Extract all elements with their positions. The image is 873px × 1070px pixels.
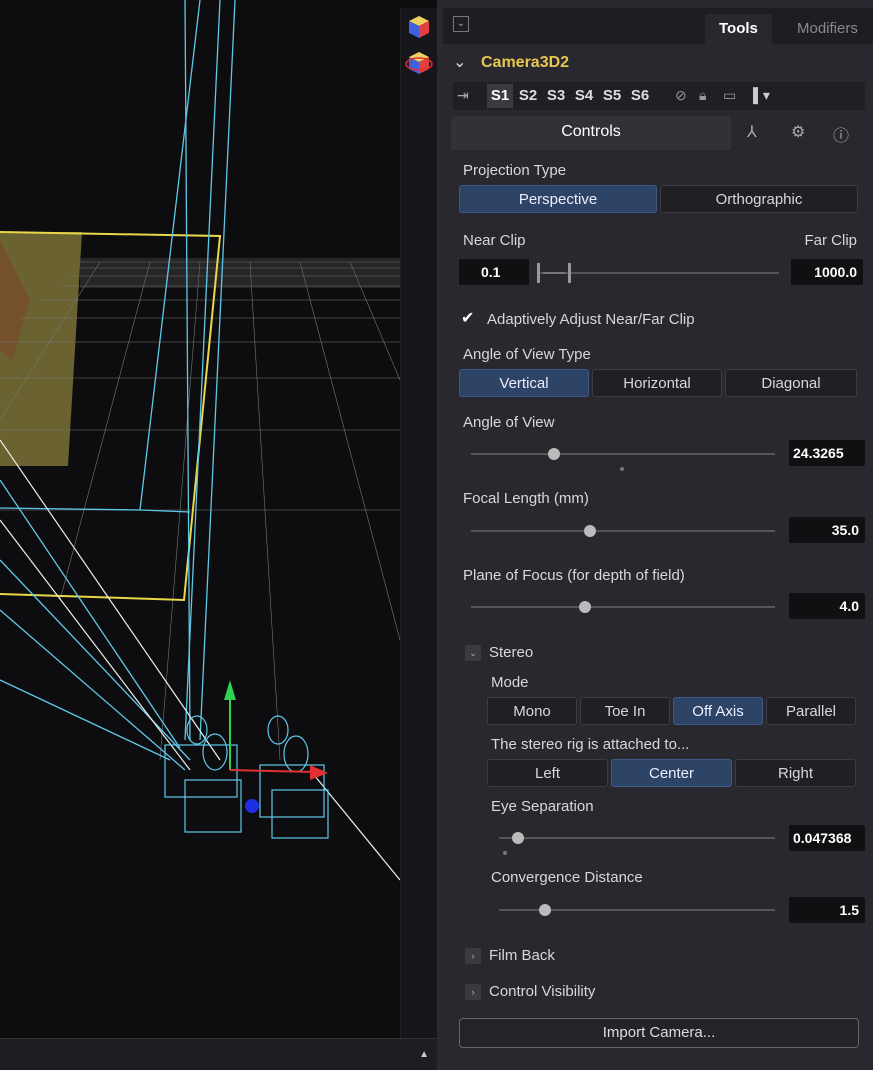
projection-perspective-button[interactable]: Perspective	[459, 185, 657, 213]
control-visibility-expand-icon[interactable]: ›	[465, 984, 481, 1000]
stereo-rig-group: Left Center Right	[487, 759, 856, 787]
node-name: Camera3D2	[481, 54, 570, 71]
plane-of-focus-slider[interactable]	[471, 601, 775, 613]
stereo-rig-left-button[interactable]: Left	[487, 759, 608, 787]
viewport-toolbar	[400, 8, 437, 1038]
near-clip-input[interactable]: 0.1	[459, 259, 529, 285]
aov-label: Angle of View	[463, 414, 555, 431]
view-set-s6[interactable]: S6	[627, 84, 653, 108]
convergence-distance-knob[interactable]	[539, 904, 551, 916]
import-camera-button[interactable]: Import Camera...	[459, 1018, 859, 1048]
stereo-rig-label: The stereo rig is attached to...	[491, 736, 690, 753]
color-swatch-icon[interactable]: ▌▾	[753, 87, 770, 104]
eye-separation-input[interactable]: 0.047368	[789, 825, 865, 851]
view-set-s5[interactable]: S5	[599, 84, 625, 108]
transform-gizmo[interactable]	[224, 680, 328, 813]
stereo-mode-group: Mono Toe In Off Axis Parallel	[487, 697, 856, 725]
tab-modifiers[interactable]: Modifiers	[783, 14, 872, 44]
eye-separation-label: Eye Separation	[491, 798, 594, 815]
viewport-statusbar: ▲	[0, 1038, 437, 1070]
aov-slider-knob[interactable]	[548, 448, 560, 460]
stereo-mode-mono-button[interactable]: Mono	[487, 697, 577, 725]
collapse-icon[interactable]: ⌄	[453, 16, 469, 32]
aov-slider[interactable]	[471, 448, 775, 471]
stereo-section-label[interactable]: Stereo	[489, 644, 533, 661]
clip-range-handle[interactable]	[537, 263, 571, 283]
focal-length-label: Focal Length (mm)	[463, 490, 589, 507]
far-clip-input[interactable]: 1000.0	[791, 259, 863, 285]
projection-type-group: Perspective Orthographic	[459, 185, 858, 213]
info-icon[interactable]: ⓘ	[833, 122, 849, 146]
aov-horizontal-button[interactable]: Horizontal	[592, 369, 722, 397]
disable-icon[interactable]: ⊘	[675, 87, 687, 104]
aov-diagonal-button[interactable]: Diagonal	[725, 369, 857, 397]
near-clip-label: Near Clip	[463, 232, 526, 249]
3d-viewport[interactable]: ▲	[0, 0, 437, 1070]
reset-icon[interactable]: ▭	[723, 87, 736, 104]
plane-of-focus-input[interactable]: 4.0	[789, 593, 865, 619]
viewport-scene	[0, 0, 401, 881]
clip-range-slider[interactable]	[537, 263, 779, 283]
view-set-s2[interactable]: S2	[515, 84, 541, 108]
gear-icon[interactable]: ⚙	[791, 122, 805, 142]
convergence-distance-label: Convergence Distance	[491, 869, 643, 886]
stereo-mode-toe-in-button[interactable]: Toe In	[580, 697, 670, 725]
film-back-section-label[interactable]: Film Back	[489, 947, 555, 964]
camera-rays	[0, 439, 401, 881]
far-clip-label: Far Clip	[804, 232, 857, 249]
stereo-expand-icon[interactable]: ⌄	[465, 645, 481, 661]
inspector-subtabs: Controls ⅄ ⚙ ⓘ	[451, 116, 865, 150]
stereo-rig-center-button[interactable]: Center	[611, 759, 732, 787]
cube-icon[interactable]	[401, 8, 437, 78]
stereo-rig-right-button[interactable]: Right	[735, 759, 856, 787]
focal-length-slider[interactable]	[471, 525, 775, 537]
pin-icon[interactable]: ⇥	[457, 87, 469, 104]
chevron-down-icon[interactable]: ⌄	[453, 52, 466, 72]
inspector-panel: ⌄ Tools Modifiers ⌄ Camera3D2 ⇥ S1 S2 S3…	[443, 0, 873, 1070]
view-sets-bar: ⇥ S1 S2 S3 S4 S5 S6 ⊘ 🔒︎ ▭ ▌▾	[453, 82, 865, 110]
subtab-controls[interactable]: Controls	[451, 116, 731, 150]
aov-default-marker	[620, 467, 624, 471]
film-back-expand-icon[interactable]: ›	[465, 948, 481, 964]
adaptive-clip-label: Adaptively Adjust Near/Far Clip	[487, 311, 695, 328]
expand-up-icon[interactable]: ▲	[419, 1049, 429, 1060]
aov-vertical-button[interactable]: Vertical	[459, 369, 589, 397]
tab-tools[interactable]: Tools	[705, 14, 772, 44]
focal-length-knob[interactable]	[584, 525, 596, 537]
eye-separation-slider[interactable]	[499, 832, 775, 855]
plane-of-focus-knob[interactable]	[579, 601, 591, 613]
view-set-s3[interactable]: S3	[543, 84, 569, 108]
stereo-mode-label: Mode	[491, 674, 529, 691]
convergence-distance-slider[interactable]	[499, 904, 775, 916]
view-set-s1[interactable]: S1	[487, 84, 513, 108]
plane-of-focus-label: Plane of Focus (for depth of field)	[463, 567, 685, 584]
node-header[interactable]: ⌄ Camera3D2	[443, 50, 873, 78]
view-set-s4[interactable]: S4	[571, 84, 597, 108]
control-visibility-section-label[interactable]: Control Visibility	[489, 983, 595, 1000]
projection-orthographic-button[interactable]: Orthographic	[660, 185, 858, 213]
inspector-tabbar: ⌄ Tools Modifiers	[443, 8, 873, 44]
eye-separation-default-marker	[503, 851, 507, 855]
aov-type-group: Vertical Horizontal Diagonal	[459, 369, 857, 397]
lock-icon[interactable]: 🔒︎	[699, 87, 706, 104]
aov-type-label: Angle of View Type	[463, 346, 591, 363]
transform-axis-icon[interactable]: ⅄	[747, 122, 757, 142]
focal-length-input[interactable]: 35.0	[789, 517, 865, 543]
convergence-distance-input[interactable]: 1.5	[789, 897, 865, 923]
projection-type-label: Projection Type	[463, 162, 567, 179]
stereo-mode-off-axis-button[interactable]: Off Axis	[673, 697, 763, 725]
adaptive-clip-checkbox[interactable]: ✔	[461, 311, 477, 327]
aov-input[interactable]: 24.3265	[789, 440, 865, 466]
eye-separation-knob[interactable]	[512, 832, 524, 844]
stereo-mode-parallel-button[interactable]: Parallel	[766, 697, 856, 725]
